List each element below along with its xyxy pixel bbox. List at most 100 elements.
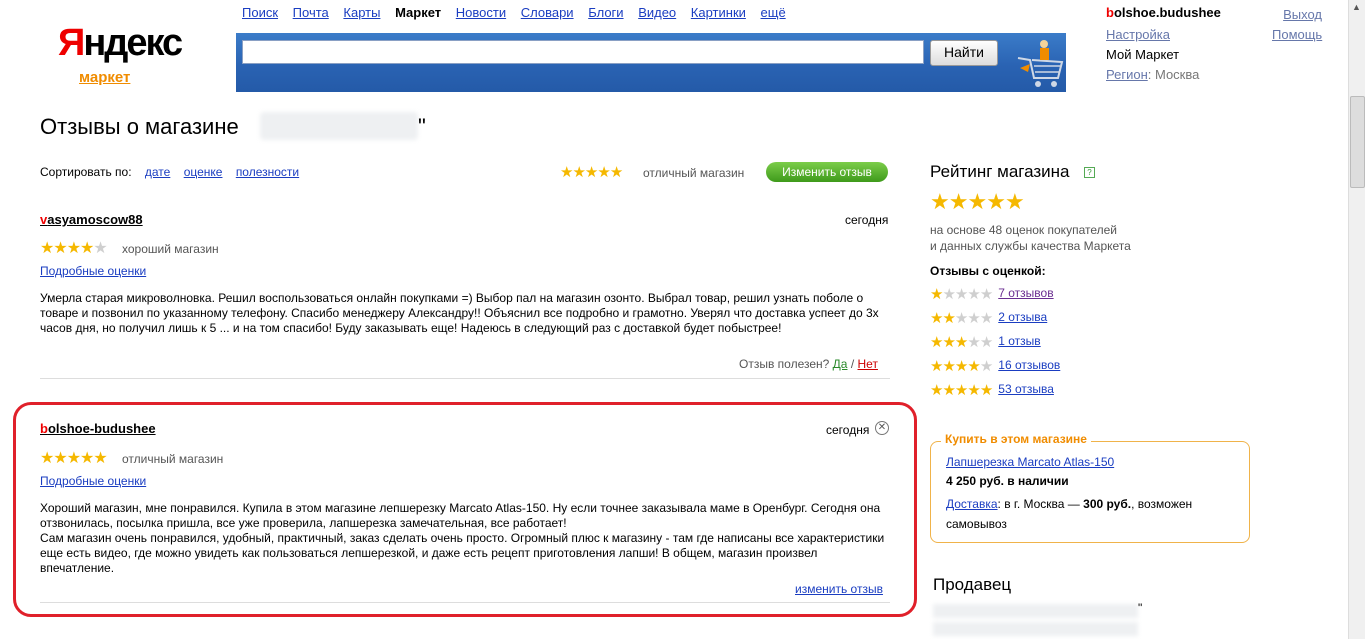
star-filled-icon: ★ [930, 334, 943, 351]
market-logo-link[interactable]: маркет [79, 69, 130, 86]
star-filled-icon: ★ [948, 189, 969, 214]
star-filled-icon: ★ [942, 310, 955, 327]
nav-search[interactable]: Поиск [242, 5, 278, 20]
star-filled-icon: ★ [954, 334, 968, 351]
shopping-cart-icon [1017, 40, 1064, 87]
star-filled-icon: ★ [930, 310, 943, 327]
review-author[interactable]: bolshoe-budushee [40, 421, 156, 436]
scroll-up-arrow-icon[interactable]: ▲ [1352, 2, 1361, 12]
star-filled-icon: ★ [954, 358, 968, 375]
scrollbar-thumb[interactable] [1350, 96, 1365, 188]
star-filled-icon: ★ [942, 382, 955, 399]
useful-no-link[interactable]: Нет [858, 357, 878, 371]
my-market-link[interactable]: Мой Маркет [1106, 45, 1199, 65]
account-links: Выход Помощь [1272, 5, 1322, 45]
star-filled-icon: ★ [572, 164, 585, 181]
distribution-link[interactable]: 1 отзыв [998, 334, 1040, 348]
distribution-link[interactable]: 16 отзывов [998, 358, 1060, 372]
star-empty-icon: ★ [967, 286, 980, 303]
review-author[interactable]: vasyamoscow88 [40, 212, 143, 227]
delete-review-icon[interactable]: ✕ [875, 421, 889, 435]
star-empty-icon: ★ [93, 240, 107, 257]
detailed-ratings-link[interactable]: Подробные оценки [40, 264, 146, 278]
star-filled-icon: ★ [967, 358, 980, 375]
star-filled-icon: ★ [954, 382, 968, 399]
star-filled-icon: ★ [967, 189, 987, 214]
region-value: : Москва [1147, 67, 1200, 82]
buy-box-title: Купить в этом магазине [941, 432, 1091, 446]
my-rating-label: отличный магазин [643, 166, 745, 180]
star-filled-icon: ★ [93, 450, 107, 467]
star-filled-icon: ★ [609, 164, 623, 181]
star-empty-icon: ★ [967, 334, 980, 351]
review-rating-label: хороший магазин [122, 242, 219, 256]
star-filled-icon: ★ [930, 189, 950, 214]
settings-link[interactable]: Настройка [1106, 25, 1199, 45]
username[interactable]: bolshoe.budushee [1106, 5, 1221, 20]
logout-link[interactable]: Выход [1272, 5, 1322, 25]
star-filled-icon: ★ [942, 334, 955, 351]
review-stars: ★★★★★ [40, 238, 108, 258]
star-filled-icon: ★ [560, 164, 573, 181]
sort-by-rating[interactable]: оценке [184, 165, 223, 179]
review-useful: Отзыв полезен? Да / Нет [739, 357, 878, 371]
sort-by-date[interactable]: дате [145, 165, 170, 179]
shop-rating-stars: ★★★★★ [930, 189, 1025, 215]
delivery-info: Доставка: в г. Москва — 300 руб., возмож… [946, 497, 1193, 531]
star-filled-icon: ★ [942, 358, 955, 375]
yandex-logo[interactable]: Яндекс [58, 22, 183, 65]
nav-video[interactable]: Видео [638, 5, 676, 20]
distribution-stars: ★★★★★ [930, 309, 993, 327]
search-button[interactable]: Найти [930, 40, 998, 66]
distribution-stars: ★★★★★ [930, 333, 993, 351]
useful-question: Отзыв полезен? [739, 357, 830, 371]
nav-images[interactable]: Картинки [691, 5, 746, 20]
seller-quote: " [1138, 601, 1143, 615]
review-date: сегодня [826, 423, 870, 437]
change-review-button[interactable]: Изменить отзыв [766, 162, 888, 182]
help-link[interactable]: Помощь [1272, 25, 1322, 45]
product-link[interactable]: Лапшерезка Marcato Atlas-150 [946, 455, 1114, 469]
star-filled-icon: ★ [986, 189, 1006, 214]
rating-distribution-row: ★★★★★ 16 отзывов [930, 357, 1060, 375]
edit-review-link[interactable]: изменить отзыв [795, 582, 883, 596]
nav-mail[interactable]: Почта [293, 5, 329, 20]
review-divider [40, 602, 890, 603]
star-empty-icon: ★ [954, 310, 968, 327]
star-filled-icon: ★ [53, 240, 67, 257]
nav-maps[interactable]: Карты [343, 5, 380, 20]
star-filled-icon: ★ [40, 450, 54, 467]
page-title: Отзывы о магазине [40, 114, 239, 139]
region-link[interactable]: Регион [1106, 67, 1148, 82]
star-filled-icon: ★ [597, 164, 610, 181]
user-links: Настройка Мой Маркет Регион: Москва [1106, 25, 1199, 85]
top-nav: Поиск Почта Карты Маркет Новости Словари… [242, 5, 797, 20]
nav-news[interactable]: Новости [456, 5, 506, 20]
search-input[interactable] [242, 40, 924, 64]
delivery-link[interactable]: Доставка [946, 497, 998, 511]
review-divider [40, 378, 890, 379]
help-icon[interactable]: ? [1084, 167, 1095, 178]
nav-blogs[interactable]: Блоги [588, 5, 623, 20]
detailed-ratings-link[interactable]: Подробные оценки [40, 474, 146, 488]
nav-more[interactable]: ещё [761, 5, 786, 20]
reviews-by-rating-heading: Отзывы с оценкой: [930, 264, 1046, 278]
star-empty-icon: ★ [979, 310, 993, 327]
distribution-link[interactable]: 53 отзыва [998, 382, 1054, 396]
distribution-link[interactable]: 2 отзыва [998, 310, 1047, 324]
useful-yes-link[interactable]: Да [833, 357, 848, 371]
nav-market[interactable]: Маркет [395, 5, 441, 20]
distribution-link[interactable]: 7 отзывов [998, 286, 1053, 300]
redacted-seller-info [933, 604, 1138, 618]
star-filled-icon: ★ [967, 382, 980, 399]
sort-by-usefulness[interactable]: полезности [236, 165, 299, 179]
distribution-stars: ★★★★★ [930, 357, 993, 375]
star-filled-icon: ★ [40, 240, 54, 257]
review-stars: ★★★★★ [40, 448, 108, 468]
distribution-stars: ★★★★★ [930, 285, 993, 303]
sort-bar: Сортировать по: дате оценке полезности [40, 165, 299, 179]
star-empty-icon: ★ [979, 358, 993, 375]
star-filled-icon: ★ [979, 382, 993, 399]
nav-dictionaries[interactable]: Словари [521, 5, 574, 20]
star-filled-icon: ★ [1004, 189, 1025, 214]
